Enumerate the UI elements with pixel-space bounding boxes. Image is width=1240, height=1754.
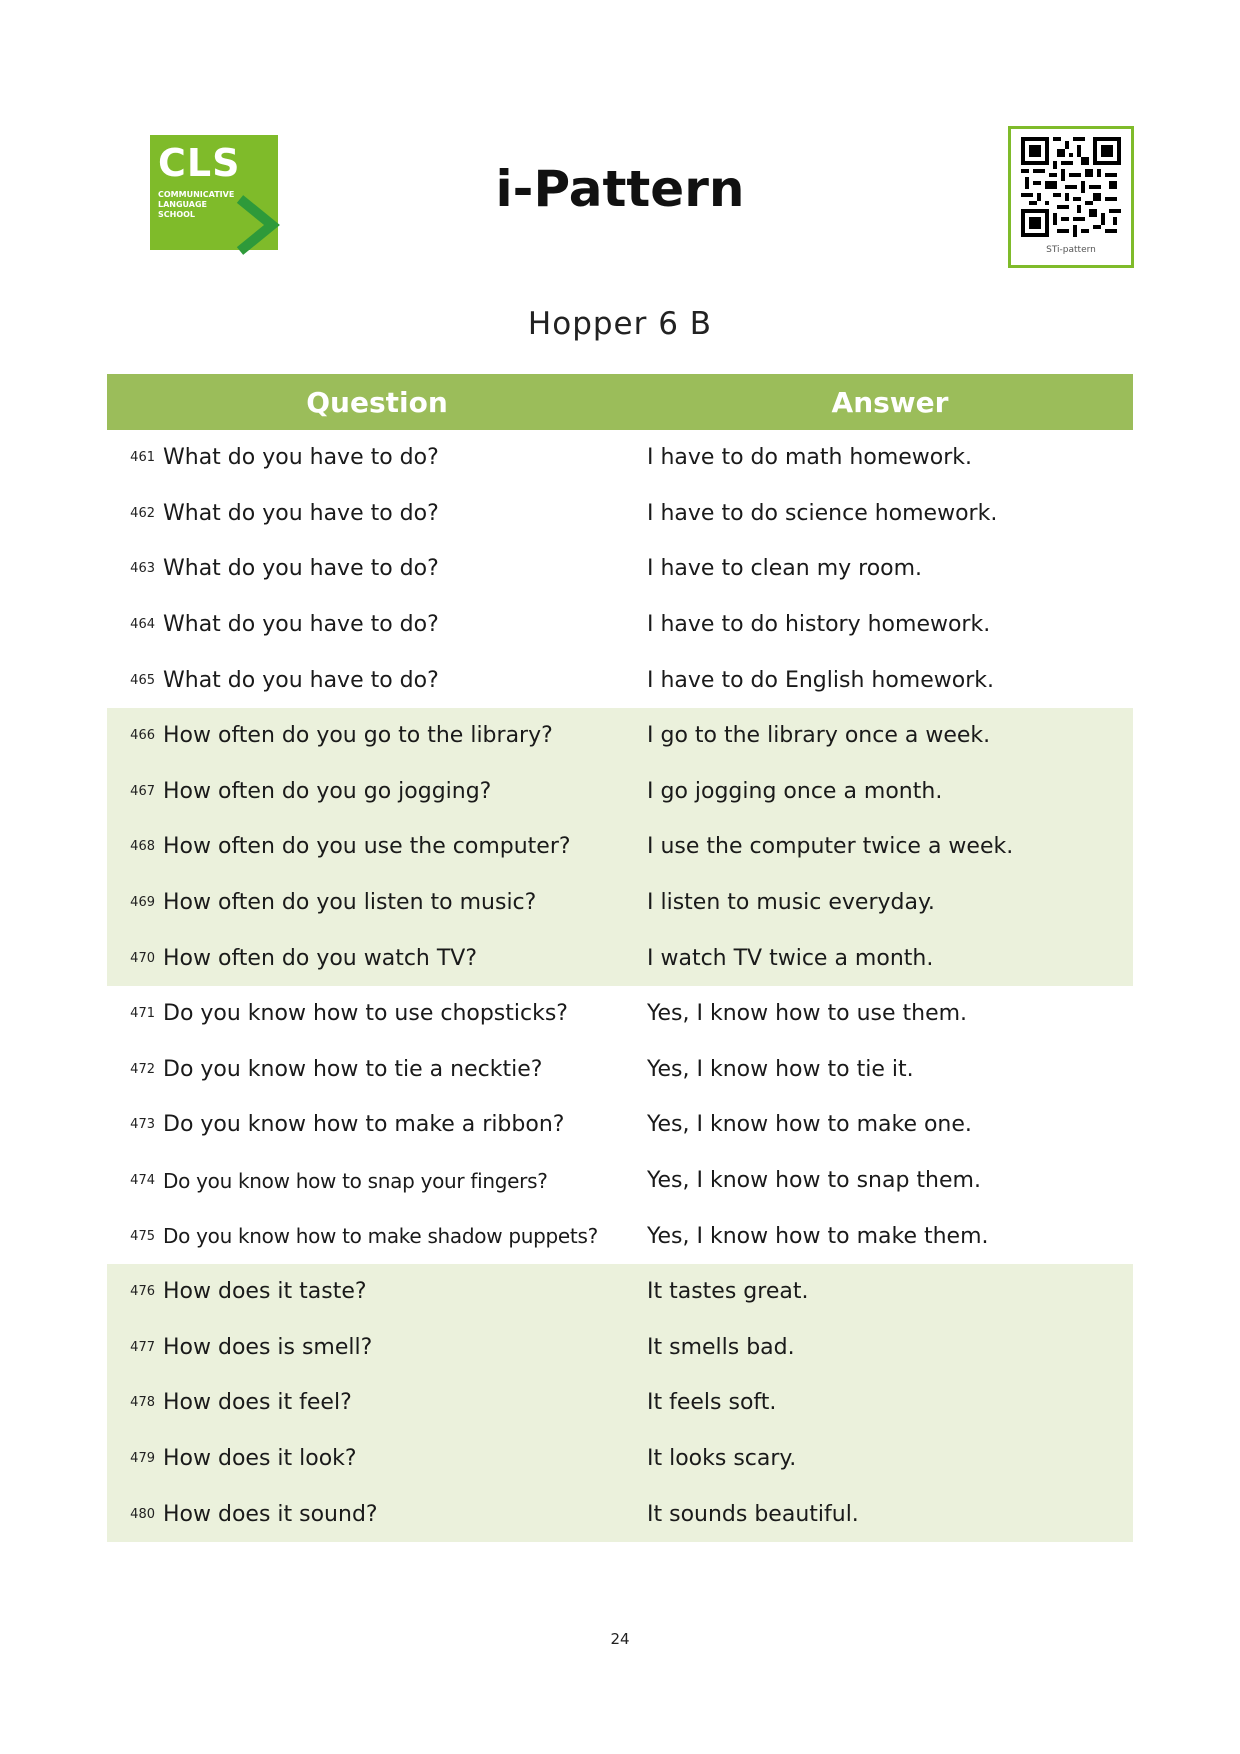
row-answer: I have to do history homework. — [647, 612, 991, 638]
row-number: 468 — [130, 839, 155, 855]
row-number: 474 — [130, 1173, 155, 1189]
row-answer: It feels soft. — [647, 1390, 777, 1416]
header-answer: Answer — [831, 385, 949, 419]
row-number: 461 — [130, 450, 155, 466]
row-answer: I use the computer twice a week. — [647, 834, 1014, 860]
table-header: Question Answer — [107, 374, 1133, 430]
table-row: 463 What do you have to do? I have to clea… — [107, 541, 1133, 597]
row-question: Do you know how to make a ribbon? — [163, 1112, 565, 1138]
row-number: 464 — [130, 617, 155, 633]
row-answer: Yes, I know how to make them. — [647, 1223, 989, 1249]
table-row: 468 How often do you use the computer? I u… — [107, 819, 1133, 875]
table-row: 465 What do you have to do? I have to do E… — [107, 652, 1133, 708]
row-answer: It looks scary. — [647, 1445, 797, 1471]
row-question: What do you have to do? — [163, 445, 439, 471]
qr-code: STi-pattern — [1008, 126, 1134, 268]
row-question: How does it sound? — [163, 1501, 378, 1527]
row-answer: Yes, I know how to make one. — [647, 1112, 972, 1138]
row-question: Do you know how to make shadow puppets? — [163, 1224, 598, 1249]
row-answer: I have to do science homework. — [647, 500, 998, 526]
row-number: 467 — [130, 783, 155, 799]
row-question: What do you have to do? — [163, 667, 439, 693]
row-answer: It smells bad. — [647, 1334, 795, 1360]
row-answer: It sounds beautiful. — [647, 1501, 859, 1527]
table-body: 461 What do you have to do? I have to do m… — [107, 430, 1133, 1542]
row-question: Do you know how to tie a necktie? — [163, 1056, 543, 1082]
row-answer: I have to clean my room. — [647, 556, 923, 582]
row-question: How does it feel? — [163, 1390, 352, 1416]
table-row: 478 How does it feel? It feels soft. — [107, 1375, 1133, 1431]
table-row: 464 What do you have to do? I have to do h… — [107, 597, 1133, 653]
row-question: What do you have to do? — [163, 556, 439, 582]
table-row: 477 How does is smell? It smells bad. — [107, 1319, 1133, 1376]
row-answer: I go to the library once a week. — [647, 723, 991, 749]
page-subtitle: Hopper 6 B — [527, 306, 713, 342]
row-number: 463 — [130, 561, 155, 577]
row-answer: I have to do English homework. — [647, 667, 994, 693]
table-row: 472 Do you know how to tie a necktie? Yes,… — [107, 1042, 1133, 1098]
row-question: How often do you use the computer? — [163, 834, 571, 860]
qr-code-icon — [1021, 137, 1121, 237]
row-question: Do you know how to snap your fingers? — [163, 1168, 548, 1193]
row-answer: I have to do math homework. — [647, 445, 973, 471]
table-row: 476 How does it taste? It tastes great. — [107, 1263, 1133, 1320]
row-number: 477 — [130, 1339, 155, 1355]
table-row: 480 How does it sound? It sounds beautiful… — [107, 1486, 1133, 1542]
header-question: Question — [306, 385, 448, 419]
row-number: 478 — [130, 1395, 155, 1411]
table-row: 469 How often do you listen to music? I li… — [107, 874, 1133, 931]
row-number: 473 — [130, 1117, 155, 1133]
row-number: 475 — [130, 1228, 155, 1244]
row-number: 476 — [130, 1284, 155, 1300]
row-answer: I listen to music everyday. — [647, 890, 935, 916]
table-row: 461 What do you have to do? I have to do m… — [107, 430, 1133, 486]
table-row: 479 How does it look? It looks scary. — [107, 1430, 1133, 1487]
row-question: How often do you listen to music? — [163, 890, 537, 916]
row-answer: Yes, I know how to snap them. — [647, 1168, 981, 1194]
row-question: What do you have to do? — [163, 612, 439, 638]
row-number: 479 — [130, 1450, 155, 1466]
page-number: 24 — [610, 1630, 630, 1648]
table-row: 466 How often do you go to the library? I … — [107, 707, 1133, 764]
table-row: 470 How often do you watch TV? I watch TV … — [107, 930, 1133, 986]
row-question: How often do you watch TV? — [163, 945, 478, 971]
table-row: 462 What do you have to do? I have to do s… — [107, 486, 1133, 542]
row-number: 480 — [130, 1506, 155, 1522]
row-question: Do you know how to use chopsticks? — [163, 1001, 568, 1027]
row-number: 472 — [130, 1061, 155, 1077]
row-question: How often do you go to the library? — [163, 723, 553, 749]
table-row: 473 Do you know how to make a ribbon? Yes,… — [107, 1097, 1133, 1153]
row-number: 466 — [130, 728, 155, 744]
row-answer: I go jogging once a month. — [647, 778, 943, 804]
row-number: 471 — [130, 1006, 155, 1022]
row-number: 462 — [130, 505, 155, 521]
row-number: 470 — [130, 950, 155, 966]
row-number: 469 — [130, 895, 155, 911]
row-answer: Yes, I know how to tie it. — [647, 1056, 914, 1082]
pattern-table: Question Answer 461 What do you have to d… — [107, 374, 1133, 1542]
row-answer: I watch TV twice a month. — [647, 945, 934, 971]
row-question: How does it look? — [163, 1445, 357, 1471]
row-number: 465 — [130, 672, 155, 688]
row-answer: It tastes great. — [647, 1279, 809, 1305]
table-row: 467 How often do you go jogging? I go jogg… — [107, 763, 1133, 820]
table-row: 475 Do you know how to make shadow puppet… — [107, 1208, 1133, 1264]
row-question: How does it taste? — [163, 1279, 367, 1305]
table-row: 474 Do you know how to snap your fingers?… — [107, 1153, 1133, 1209]
row-question: What do you have to do? — [163, 500, 439, 526]
table-row: 471 Do you know how to use chopsticks? Yes… — [107, 986, 1133, 1042]
qr-label: STi-pattern — [1046, 245, 1096, 255]
row-question: How often do you go jogging? — [163, 778, 492, 804]
row-question: How does is smell? — [163, 1334, 373, 1360]
row-answer: Yes, I know how to use them. — [647, 1001, 968, 1027]
